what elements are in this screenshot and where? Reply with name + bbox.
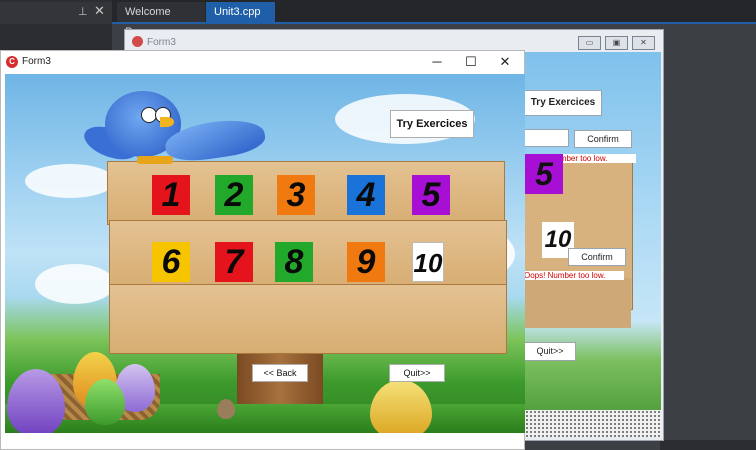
easter-egg bbox=[85, 379, 125, 425]
bird-beak bbox=[160, 117, 174, 127]
close-icon[interactable]: ✕ bbox=[632, 36, 655, 50]
error-label: Oops! Number too low. bbox=[524, 271, 624, 280]
designer-form-title: Form3 bbox=[147, 37, 176, 48]
sign-plank bbox=[109, 284, 507, 354]
easter-egg bbox=[370, 380, 432, 433]
number-tile-5[interactable]: 5 bbox=[412, 175, 450, 215]
sign-board-lower bbox=[521, 278, 631, 328]
app-icon: C bbox=[6, 56, 18, 68]
number-tile-2[interactable]: 2 bbox=[215, 175, 253, 215]
confirm-button[interactable]: Confirm bbox=[574, 130, 632, 148]
minimize-icon[interactable]: ▭ bbox=[578, 36, 601, 50]
bird-feet bbox=[137, 156, 173, 164]
close-icon[interactable]: ✕ bbox=[94, 3, 105, 19]
back-button[interactable]: << Back bbox=[252, 364, 308, 382]
number-tile: 5 bbox=[525, 154, 563, 194]
number-tile-4[interactable]: 4 bbox=[347, 175, 385, 215]
easter-egg bbox=[217, 399, 235, 419]
try-exercices-button[interactable]: Try Exercices bbox=[390, 110, 474, 138]
maximize-icon[interactable]: ▣ bbox=[605, 36, 628, 50]
cloud bbox=[35, 264, 115, 304]
status-bar bbox=[660, 440, 756, 450]
tab-underline bbox=[112, 22, 756, 24]
number-tile-9[interactable]: 9 bbox=[347, 242, 385, 282]
number-tile-1[interactable]: 1 bbox=[152, 175, 190, 215]
form3-window[interactable]: C Form3 ─ ☐ ✕ 1 2 3 4 5 6 7 8 9 10 Try Exercices … bbox=[0, 50, 525, 450]
quit-button[interactable]: Quit>> bbox=[524, 342, 576, 361]
app-icon bbox=[132, 36, 143, 47]
number-tile-10[interactable]: 10 bbox=[412, 242, 444, 282]
try-exercices-button[interactable]: Try Exercices bbox=[524, 90, 602, 116]
answer-input[interactable] bbox=[521, 129, 569, 147]
window-title: Form3 bbox=[22, 56, 51, 67]
designer-grid bbox=[525, 410, 661, 437]
tab-unit3-cpp[interactable]: Unit3.cpp bbox=[206, 2, 275, 22]
maximize-button[interactable]: ☐ bbox=[454, 52, 488, 72]
confirm-button[interactable]: Confirm bbox=[568, 248, 626, 266]
quit-button[interactable]: Quit>> bbox=[389, 364, 445, 382]
number-tile-3[interactable]: 3 bbox=[277, 175, 315, 215]
close-button[interactable]: ✕ bbox=[488, 52, 522, 72]
minimize-button[interactable]: ─ bbox=[420, 52, 454, 72]
number-tile-8[interactable]: 8 bbox=[275, 242, 313, 282]
number-tile-7[interactable]: 7 bbox=[215, 242, 253, 282]
cloud bbox=[25, 164, 115, 198]
number-tile-6[interactable]: 6 bbox=[152, 242, 190, 282]
pin-icon[interactable]: ⊥ bbox=[78, 5, 88, 18]
tab-welcome-page[interactable]: Welcome Page bbox=[117, 2, 205, 38]
form-canvas: 1 2 3 4 5 6 7 8 9 10 Try Exercices << Back Quit>> bbox=[5, 74, 525, 433]
